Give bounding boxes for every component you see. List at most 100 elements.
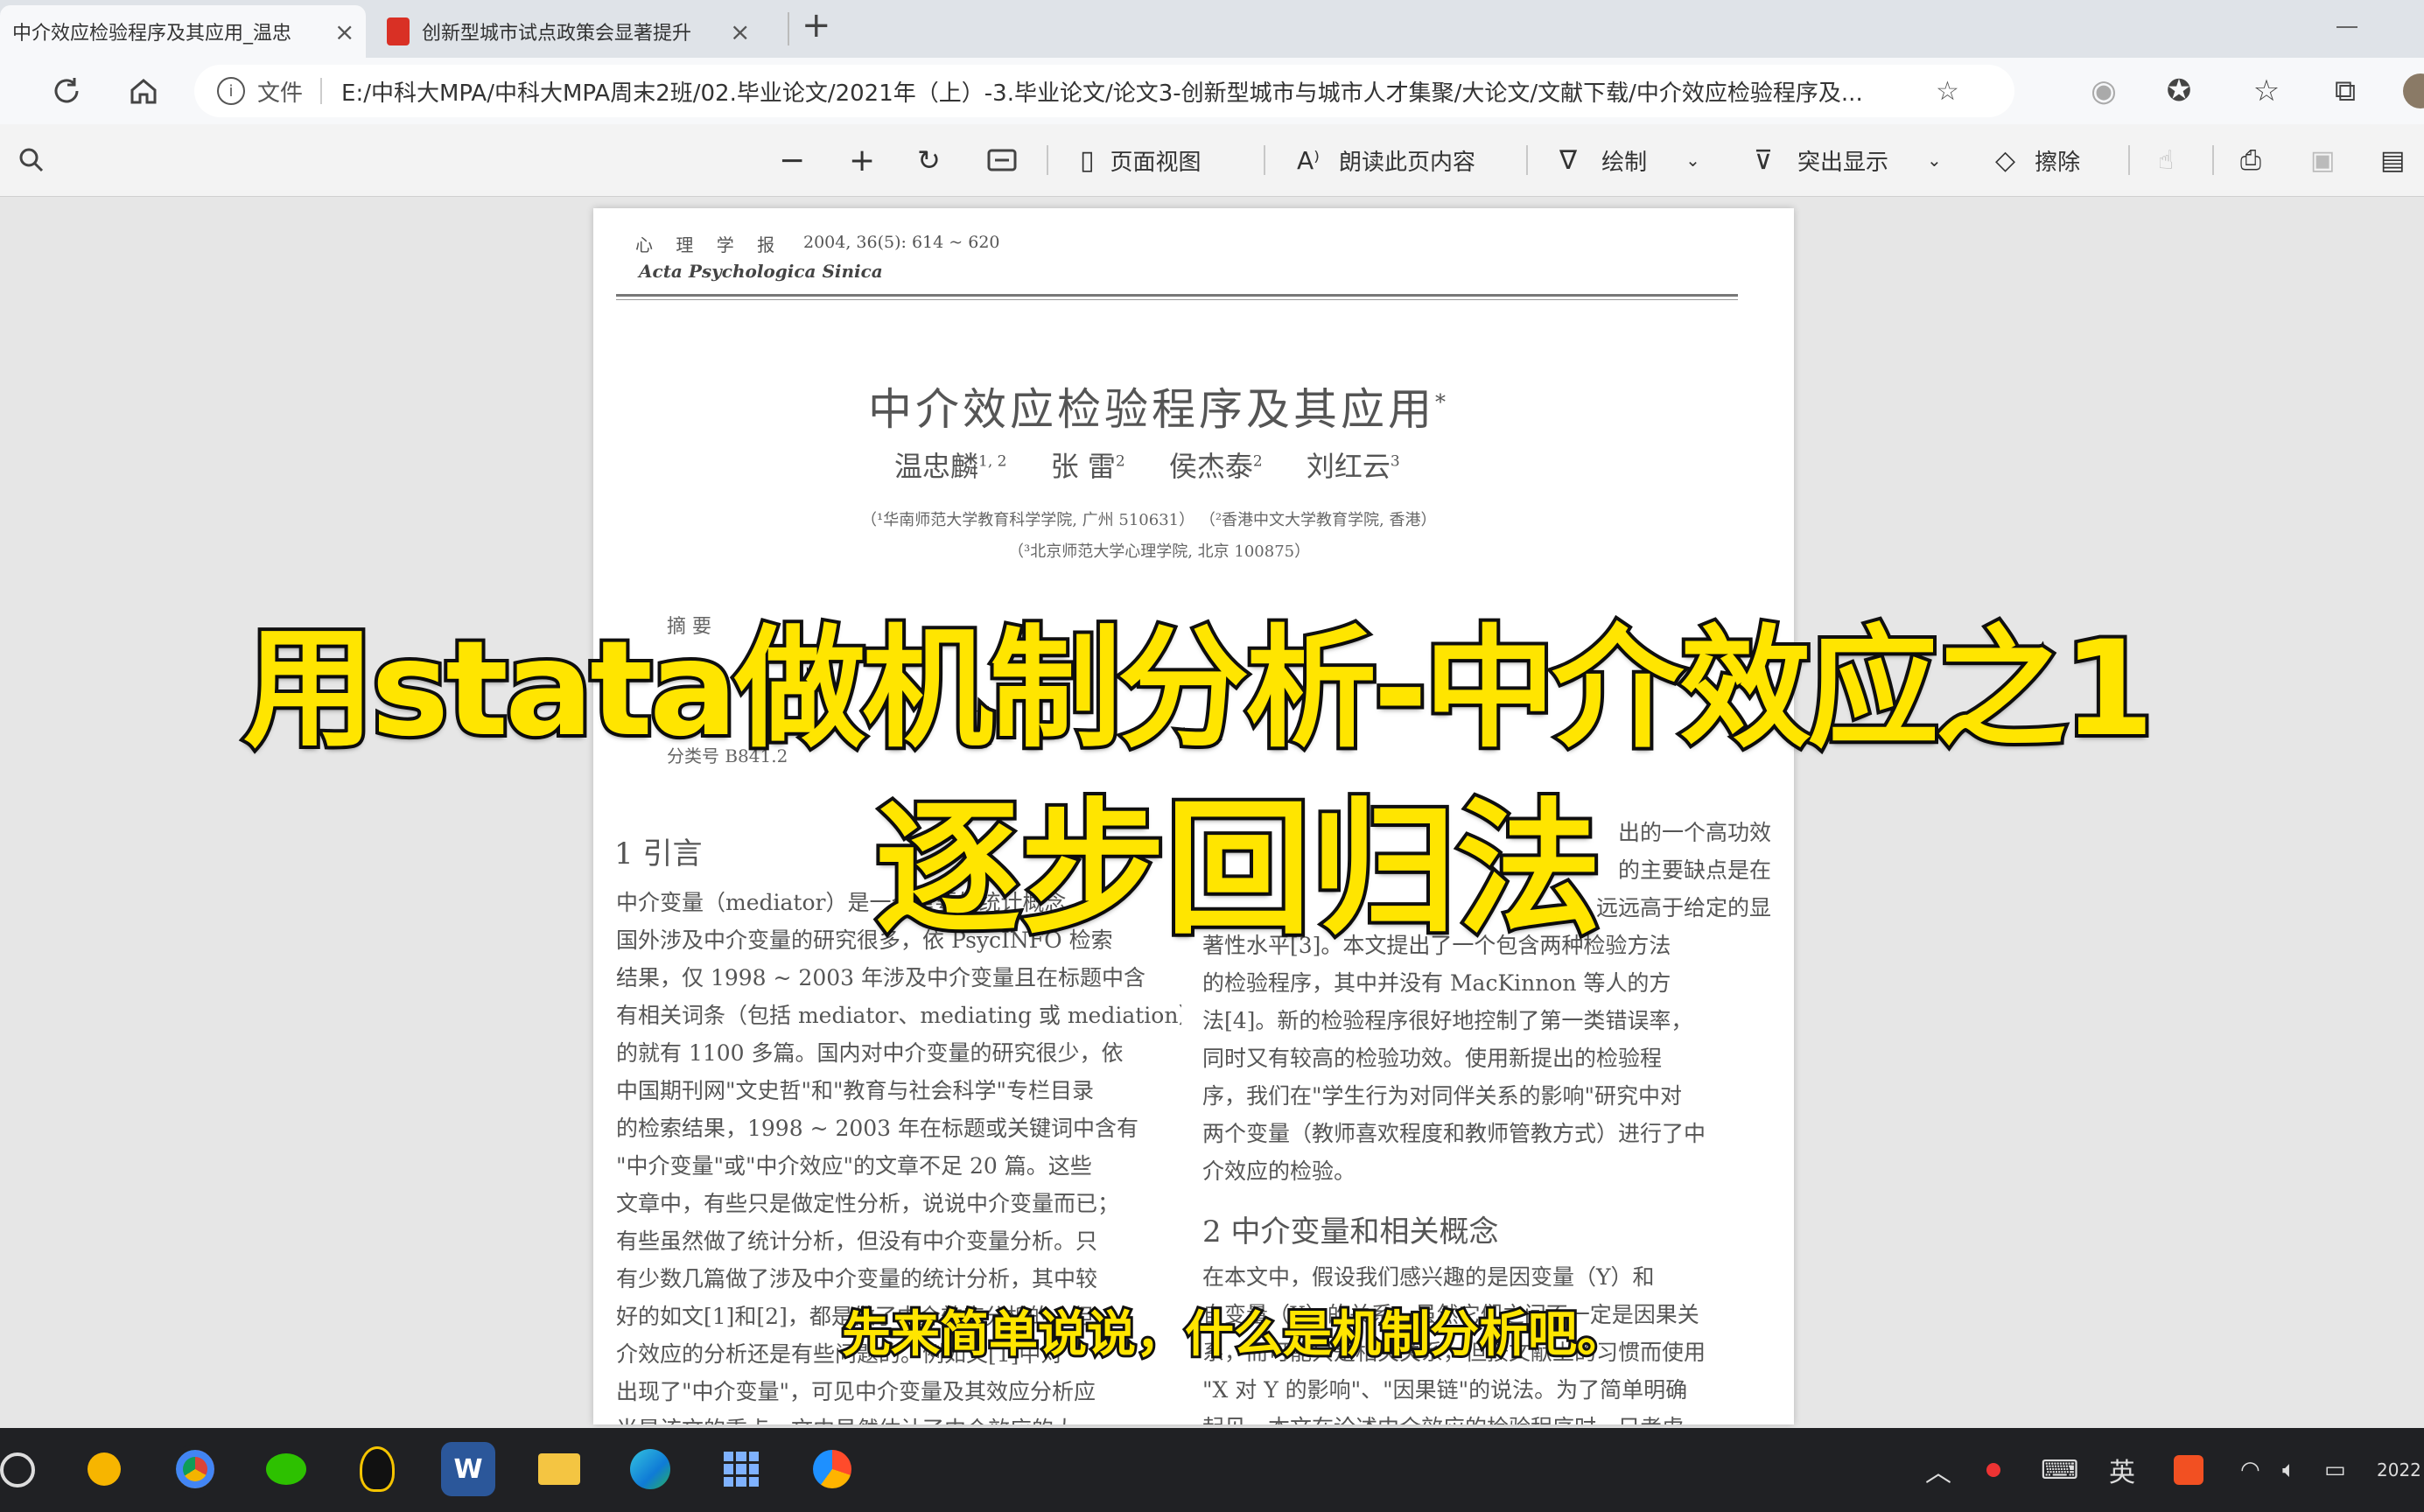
draw-icon: ∇ [1559,144,1578,176]
text-line: "中介变量"或"中介效应"的文章不足 20 篇。这些 [616,1153,1092,1179]
read-aloud-icon: A⁾ [1297,145,1321,175]
collections-icon[interactable]: ⧉ [2324,70,2366,112]
chevron-down-icon[interactable]: ⌄ [1685,150,1700,171]
wechat-icon[interactable] [259,1442,313,1496]
pdf-icon [387,18,410,46]
search-icon[interactable] [18,124,46,196]
text-line: 的检验程序，其中并没有 MacKinnon 等人的方 [1202,970,1671,996]
chevron-down-icon[interactable]: ⌄ [1927,150,1942,171]
edge-icon[interactable] [623,1442,677,1496]
save-icon[interactable]: ▣ [2310,124,2335,196]
url-bar[interactable]: i 文件 E:/中科大MPA/中科大MPA周末2班/02.毕业论文/2021年（… [194,65,2014,117]
highlight-label: 突出显示 [1797,149,1888,176]
info-icon[interactable]: i [217,77,245,105]
sogou-icon[interactable] [2174,1446,2203,1494]
highlight-button[interactable]: ⊽ 突出显示 ⌄ [1754,124,1942,196]
puzzle-icon[interactable]: ✪ [2158,70,2200,112]
clock[interactable]: 2022 [2377,1446,2421,1494]
tab-title: 创新型城市试点政策会显著提升 [422,23,692,45]
eraser-icon: ◇ [1995,144,2016,176]
text-line: 文章中，有些只是做定性分析，说说中介变量而已； [616,1191,1120,1216]
battery-icon[interactable]: ▭ [2324,1446,2346,1494]
taskbar: W ︿ ⌨ 英 ◠ 🔈︎ ▭ 2022 [0,1428,2424,1512]
tab-active[interactable]: 中介效应检验程序及其应用_温忠 × [0,5,366,58]
author: 刘红云3 [1306,450,1400,483]
text-line: 有相关词条（包括 mediator、mediating 或 mediation） [616,1003,1181,1028]
page-view-button[interactable]: ▯ 页面视图 [1080,124,1201,196]
chrome-icon[interactable] [168,1442,222,1496]
overlay-title-line2: 逐步回归法 [872,782,1605,958]
section-heading: 2 中介变量和相关概念 [1202,1214,1499,1250]
tab-title: 中介效应检验程序及其应用_温忠 [12,23,292,45]
erase-button[interactable]: ◇ 擦除 [1995,124,2080,196]
browser-icon[interactable] [805,1442,859,1496]
read-aloud-button[interactable]: A⁾ 朗读此页内容 [1297,124,1475,196]
separator [1526,145,1528,175]
text-line: 中国期刊网"文史哲"和"教育与社会科学"专栏目录 [616,1078,1094,1103]
affiliation: （¹华南师范大学教育科学学院, 广州 510631） （²香港中文大学教育学院,… [861,511,1437,529]
favorites-icon[interactable]: ☆ [2245,70,2287,112]
record-icon[interactable] [1986,1446,2000,1494]
header-rule [616,299,1738,300]
close-icon[interactable]: × [730,18,750,46]
chevron-up-icon[interactable]: ︿ [1925,1446,1951,1494]
page-view-icon: ▯ [1080,144,1095,176]
avatar[interactable] [2403,74,2424,108]
text-line: 同时又有较高的检验功效。使用新提出的检验程 [1202,1046,1663,1071]
journal-volume: 2004, 36(5): 614 ~ 620 [803,233,1000,252]
new-tab-button[interactable]: + [802,5,831,46]
text-line: 两个变量（教师喜欢程度和教师管教方式）进行了中 [1202,1121,1706,1146]
search-icon[interactable] [0,1452,35,1488]
home-icon[interactable] [123,70,165,112]
right-column: 著性水平[3]。本文提出了一个包含两种检验方法 的检验程序，其中并没有 MacK… [1202,927,1771,1190]
text-line: 起见，本文在论述中介效应的检验程序时，只考虑 [1202,1409,1771,1424]
text-line: 当是该文的重点。文中虽然估计了中介效应的大 [616,1410,1181,1424]
fit-page-icon[interactable] [987,124,1017,196]
page-view-label: 页面视图 [1110,149,1201,176]
close-icon[interactable]: × [334,18,354,46]
affiliation: （³北京师范大学心理学院, 北京 100875） [1008,542,1311,561]
overlay-title-line1: 用stata做机制分析-中介效应之1 [240,610,2158,769]
text-line: 法[4]。新的检验程序很好地控制了第一类错误率， [1202,1008,1693,1033]
text-line: 的检索结果，1998 ~ 2003 年在标题或关键词中含有 [616,1116,1139,1141]
author: 张 雷2 [1050,450,1125,483]
read-aloud-label: 朗读此页内容 [1339,149,1476,176]
print-icon[interactable]: ⎙ [2240,124,2261,196]
text-line: 有些虽然做了统计分析，但没有中介变量分析。只 [616,1228,1098,1254]
highlight-icon: ⊽ [1754,144,1773,176]
draw-button[interactable]: ∇ 绘制 ⌄ [1559,124,1700,196]
section-heading: 1 引言 [614,836,703,872]
url-text[interactable]: E:/中科大MPA/中科大MPA周末2班/02.毕业论文/2021年（上）-3.… [341,75,1916,108]
volume-icon[interactable]: 🔈︎ [2282,1446,2296,1494]
tab-divider [788,12,789,46]
keyboard-icon[interactable]: ⌨ [2041,1446,2078,1494]
favorite-add-icon[interactable]: ☆ [1936,76,1959,107]
erase-label: 擦除 [2035,149,2081,176]
minimize-icon[interactable] [2336,26,2357,28]
address-bar-row: i 文件 E:/中科大MPA/中科大MPA周末2班/02.毕业论文/2021年（… [0,58,2424,124]
touch-icon[interactable]: ☝ [2158,124,2174,196]
wifi-icon[interactable]: ◠ [2240,1446,2260,1494]
zoom-out-icon[interactable]: − [779,124,805,196]
refresh-icon[interactable] [46,70,88,112]
file-label: 文件 [257,80,304,107]
file-explorer-icon[interactable] [532,1442,586,1496]
paper-title-text: 中介效应检验程序及其应用 [868,384,1435,435]
text-line: 介效应的检验。 [1202,1158,1356,1184]
text-line: 出现了"中介变量"，可见中介变量及其效应分析应 [616,1379,1096,1404]
save-as-icon[interactable]: ▤ [2380,124,2405,196]
rotate-icon[interactable]: ↻ [917,124,941,196]
draw-label: 绘制 [1601,149,1648,176]
text-line: 结果，仅 1998 ~ 2003 年涉及中介变量且在标题中含 [616,965,1145,990]
extension-icon[interactable]: ◉ [2083,70,2125,112]
paper-title: 中介效应检验程序及其应用* [868,374,1449,438]
word-icon[interactable]: W [441,1442,495,1496]
qq-icon[interactable] [350,1442,404,1496]
zoom-in-icon[interactable]: + [849,124,875,196]
header-rule [616,294,1738,297]
text-line: "X 对 Y 的影响"、"因果链"的说法。为了简单明确 [1202,1377,1688,1403]
tab-inactive[interactable]: 创新型城市试点政策会显著提升 × [376,5,770,58]
ime-indicator[interactable]: 英 [2109,1446,2135,1494]
apps-grid-icon[interactable] [714,1442,768,1496]
sticky-notes-icon[interactable] [77,1442,131,1496]
